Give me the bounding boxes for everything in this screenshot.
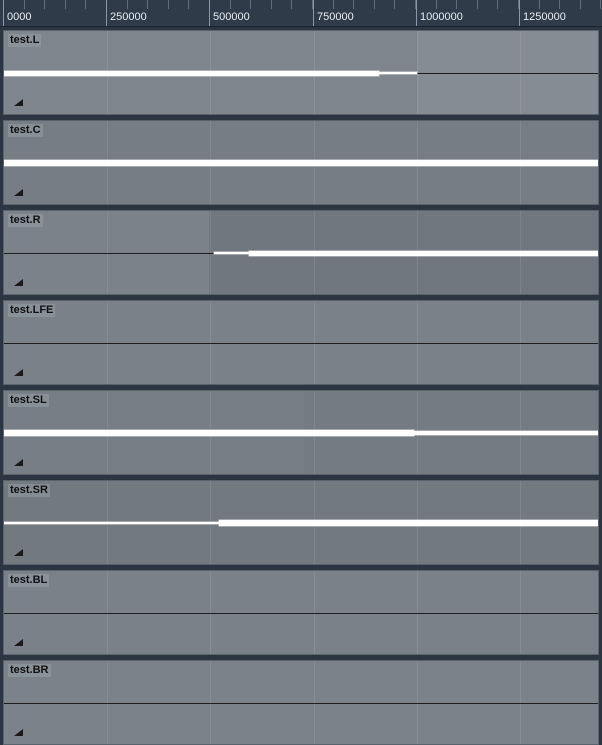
ruler-minor-tick — [168, 0, 169, 9]
ruler-minor-tick — [85, 0, 86, 9]
waveform — [4, 430, 414, 436]
audio-track[interactable]: test.C — [3, 120, 599, 205]
ruler-minor-tick — [250, 0, 251, 9]
audio-track[interactable]: test.SL — [3, 390, 599, 475]
waveform — [379, 72, 417, 74]
waveform-centerline — [4, 613, 598, 614]
ruler-tick-label: 500000 — [213, 11, 250, 23]
ruler-minor-tick — [353, 0, 354, 9]
resize-handle-icon[interactable] — [14, 729, 23, 736]
ruler-minor-tick — [271, 0, 272, 9]
ruler-minor-tick — [44, 0, 45, 9]
track-name: test.L — [8, 34, 42, 47]
ruler-tick-label: 0000 — [7, 11, 32, 23]
ruler-minor-tick — [333, 0, 334, 9]
ruler-major-tick — [209, 0, 210, 26]
audio-track[interactable]: test.L — [3, 30, 599, 115]
ruler-minor-tick — [374, 0, 375, 9]
ruler-minor-tick — [539, 0, 540, 9]
ruler-minor-tick — [147, 0, 148, 9]
waveform — [219, 520, 598, 526]
resize-handle-icon[interactable] — [14, 369, 23, 376]
waveform-centerline — [4, 343, 598, 344]
ruler-major-tick — [3, 0, 4, 26]
track-name: test.C — [8, 124, 43, 137]
track-name: test.SL — [8, 394, 49, 407]
waveform — [214, 252, 249, 254]
track-list: test.L test.C test.R test.LFE test.SL test.SR… — [0, 27, 602, 745]
ruler-minor-tick — [580, 0, 581, 9]
ruler-minor-tick — [436, 0, 437, 9]
ruler-minor-tick — [600, 0, 601, 9]
ruler-tick-label: 1250000 — [523, 11, 566, 23]
audio-track[interactable]: test.SR — [3, 480, 599, 565]
ruler-minor-tick — [497, 0, 498, 9]
track-name: test.R — [8, 214, 43, 227]
audio-editor: 0000 250000 500000 750000 1000000 1250000 tes… — [0, 0, 602, 745]
audio-track[interactable]: test.BL — [3, 570, 599, 655]
resize-handle-icon[interactable] — [14, 549, 23, 556]
ruler-tick-label: 750000 — [317, 11, 354, 23]
track-name: test.BL — [8, 574, 50, 587]
ruler-major-tick — [106, 0, 107, 26]
resize-handle-icon[interactable] — [14, 99, 23, 106]
ruler-major-tick — [313, 0, 314, 26]
ruler-minor-tick — [291, 0, 292, 9]
resize-handle-icon[interactable] — [14, 639, 23, 646]
ruler-minor-tick — [65, 0, 66, 9]
ruler-minor-tick — [559, 0, 560, 9]
timeline-ruler[interactable]: 0000 250000 500000 750000 1000000 1250000 — [0, 0, 602, 27]
ruler-major-tick — [416, 0, 417, 26]
waveform — [4, 160, 598, 166]
ruler-minor-tick — [24, 0, 25, 9]
waveform — [249, 250, 598, 256]
ruler-major-tick — [519, 0, 520, 26]
audio-track[interactable]: test.LFE — [3, 300, 599, 385]
waveform-centerline — [4, 703, 598, 704]
waveform — [4, 70, 379, 76]
ruler-minor-tick — [230, 0, 231, 9]
ruler-minor-tick — [127, 0, 128, 9]
resize-handle-icon[interactable] — [14, 189, 23, 196]
waveform — [4, 522, 219, 524]
ruler-minor-tick — [456, 0, 457, 9]
waveform — [414, 431, 598, 435]
resize-handle-icon[interactable] — [14, 459, 23, 466]
ruler-tick-label: 250000 — [110, 11, 147, 23]
track-name: test.BR — [8, 664, 51, 677]
ruler-tick-label: 1000000 — [420, 11, 463, 23]
audio-track[interactable]: test.R — [3, 210, 599, 295]
track-name: test.SR — [8, 484, 50, 497]
audio-track[interactable]: test.BR — [3, 660, 599, 745]
ruler-minor-tick — [188, 0, 189, 9]
resize-handle-icon[interactable] — [14, 279, 23, 286]
ruler-minor-tick — [394, 0, 395, 9]
ruler-minor-tick — [477, 0, 478, 9]
track-name: test.LFE — [8, 304, 56, 317]
